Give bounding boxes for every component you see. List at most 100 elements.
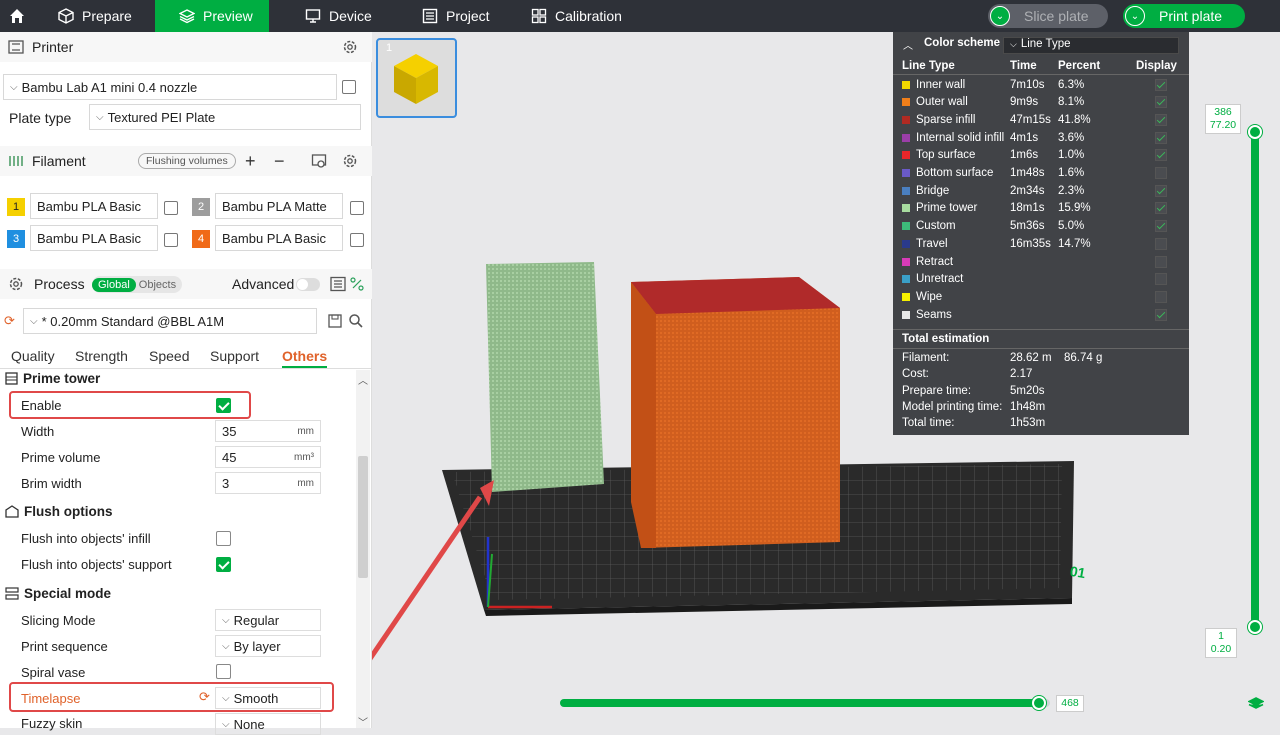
flush-support-checkbox[interactable] <box>216 557 231 572</box>
tab-quality[interactable]: Quality <box>11 348 55 364</box>
chevron-down-icon[interactable]: ⌄ <box>1125 6 1145 26</box>
brim-width-input[interactable]: 3 mm <box>215 472 321 494</box>
process-section-title: Process <box>34 276 85 292</box>
display-checkbox[interactable] <box>1155 308 1167 321</box>
filament-slot-3-swatch[interactable]: 3 <box>7 230 25 248</box>
home-icon[interactable] <box>0 0 34 32</box>
list-view-icon[interactable] <box>330 276 346 292</box>
flushing-volumes-button[interactable]: Flushing volumes <box>138 153 236 169</box>
tab-device[interactable]: Device <box>305 0 385 32</box>
prime-tower-title: Prime tower <box>23 371 101 386</box>
tab-others[interactable]: Others <box>282 348 328 368</box>
legend-row: Travel 16m35s 14.7% <box>893 235 1189 252</box>
filament-slot-2-swatch[interactable]: 2 <box>192 198 210 216</box>
thumbnail-index: 1 <box>386 42 393 54</box>
print-plate-button[interactable]: ⌄ Print plate <box>1123 4 1245 28</box>
advanced-toggle[interactable] <box>296 278 320 291</box>
process-preset-value: * 0.20mm Standard @BBL A1M <box>41 313 225 329</box>
layers-icon[interactable] <box>1248 696 1264 712</box>
cost-label: Cost: <box>902 368 929 380</box>
printer-select[interactable]: ⌵ Bambu Lab A1 mini 0.4 nozzle <box>3 74 337 100</box>
process-preset-select[interactable]: ⌵ * 0.20mm Standard @BBL A1M <box>23 308 317 334</box>
special-mode-title: Special mode <box>24 586 112 601</box>
spiral-vase-checkbox[interactable] <box>216 664 231 679</box>
filament-slot-2-select[interactable]: Bambu PLA Matte <box>215 193 343 219</box>
scrollbar-thumb[interactable] <box>358 456 368 578</box>
slicing-mode-value: Regular <box>233 612 280 628</box>
sync-icon[interactable] <box>311 153 327 169</box>
collapse-icon[interactable]: ︿ <box>903 37 913 52</box>
filament-slot-4-swatch[interactable]: 4 <box>192 230 210 248</box>
edit-icon[interactable] <box>164 201 178 215</box>
edit-icon[interactable] <box>350 233 364 247</box>
prime-volume-input[interactable]: 45 mm³ <box>215 446 321 468</box>
tab-support[interactable]: Support <box>210 348 259 364</box>
tab-calibration[interactable]: Calibration <box>531 0 631 32</box>
line-type-name: Wipe <box>916 290 943 303</box>
move-slider[interactable] <box>560 696 1050 710</box>
edit-icon[interactable] <box>342 80 356 94</box>
toggle-objects[interactable]: Objects <box>136 279 176 291</box>
filament-slot-4-select[interactable]: Bambu PLA Basic <box>215 225 343 251</box>
display-checkbox[interactable] <box>1155 184 1167 197</box>
flush-infill-checkbox[interactable] <box>216 531 231 546</box>
tab-prepare[interactable]: Prepare <box>58 0 154 32</box>
display-checkbox[interactable] <box>1155 255 1167 268</box>
gear-icon[interactable] <box>342 153 358 169</box>
legend-row: Custom 5m36s 5.0% <box>893 218 1189 235</box>
display-checkbox[interactable] <box>1155 149 1167 162</box>
line-type-percent: 6.3% <box>1058 78 1085 91</box>
display-checkbox[interactable] <box>1155 273 1167 286</box>
compare-icon[interactable] <box>350 277 364 291</box>
layer-slider[interactable] <box>1251 130 1259 630</box>
edit-icon[interactable] <box>350 201 364 215</box>
display-checkbox[interactable] <box>1155 202 1167 215</box>
display-checkbox[interactable] <box>1155 167 1167 179</box>
filament-slot-3-select[interactable]: Bambu PLA Basic <box>30 225 158 251</box>
global-objects-toggle[interactable]: Global Objects <box>92 276 182 293</box>
gear-icon[interactable] <box>342 39 358 55</box>
settings-scrollbar[interactable]: ︿ ﹀ <box>356 370 370 729</box>
layer-slider-bottom-knob[interactable] <box>1248 620 1262 634</box>
process-gear-icon <box>9 277 23 291</box>
scheme-select[interactable]: ⌵ Line Type <box>1003 37 1179 54</box>
slice-plate-button[interactable]: ⌄ Slice plate <box>988 4 1108 28</box>
save-icon[interactable] <box>328 314 342 328</box>
remove-filament-icon[interactable]: − <box>274 151 285 172</box>
toggle-global[interactable]: Global <box>92 277 136 292</box>
brim-width-label: Brim width <box>21 476 82 491</box>
display-checkbox[interactable] <box>1155 113 1167 126</box>
search-icon[interactable] <box>348 313 364 329</box>
plate-thumbnail[interactable]: 1 <box>376 38 457 118</box>
edit-icon[interactable] <box>164 233 178 247</box>
color-scheme-legend: ︿ Color scheme ⌵ Line Type Line Type Time… <box>893 32 1189 435</box>
fuzzy-skin-select[interactable]: ⌵ None <box>215 713 321 735</box>
tab-speed[interactable]: Speed <box>149 348 189 364</box>
add-filament-icon[interactable]: + <box>245 151 256 172</box>
legend-row: Bottom surface 1m48s 1.6% <box>893 165 1189 182</box>
tab-preview[interactable]: Preview <box>155 0 269 32</box>
scheme-value: Line Type <box>1020 38 1071 50</box>
width-input[interactable]: 35 mm <box>215 420 321 442</box>
tab-label: Calibration <box>555 8 622 24</box>
display-checkbox[interactable] <box>1155 131 1167 144</box>
total-estimation-title: Total estimation <box>902 333 990 345</box>
display-checkbox[interactable] <box>1155 290 1167 303</box>
legend-header[interactable]: ︿ Color scheme ⌵ Line Type <box>893 37 1189 54</box>
filament-slot-1-select[interactable]: Bambu PLA Basic <box>30 193 158 219</box>
tab-strength[interactable]: Strength <box>75 348 128 364</box>
print-sequence-select[interactable]: ⌵ By layer <box>215 635 321 657</box>
display-checkbox[interactable] <box>1155 237 1167 250</box>
chevron-down-icon[interactable]: ⌄ <box>990 6 1010 26</box>
reset-icon[interactable]: ⟳ <box>4 313 15 329</box>
plate-type-select[interactable]: ⌵ Textured PEI Plate <box>89 104 361 130</box>
flush-options-group: Flush options <box>5 504 113 519</box>
tab-project[interactable]: Project <box>422 0 502 32</box>
display-checkbox[interactable] <box>1155 96 1167 109</box>
display-checkbox[interactable] <box>1155 78 1167 91</box>
legend-title: Color scheme <box>924 37 1001 49</box>
display-checkbox[interactable] <box>1155 220 1167 233</box>
layer-slider-top-knob[interactable] <box>1248 125 1262 139</box>
slicing-mode-select[interactable]: ⌵ Regular <box>215 609 321 631</box>
filament-slot-1-swatch[interactable]: 1 <box>7 198 25 216</box>
